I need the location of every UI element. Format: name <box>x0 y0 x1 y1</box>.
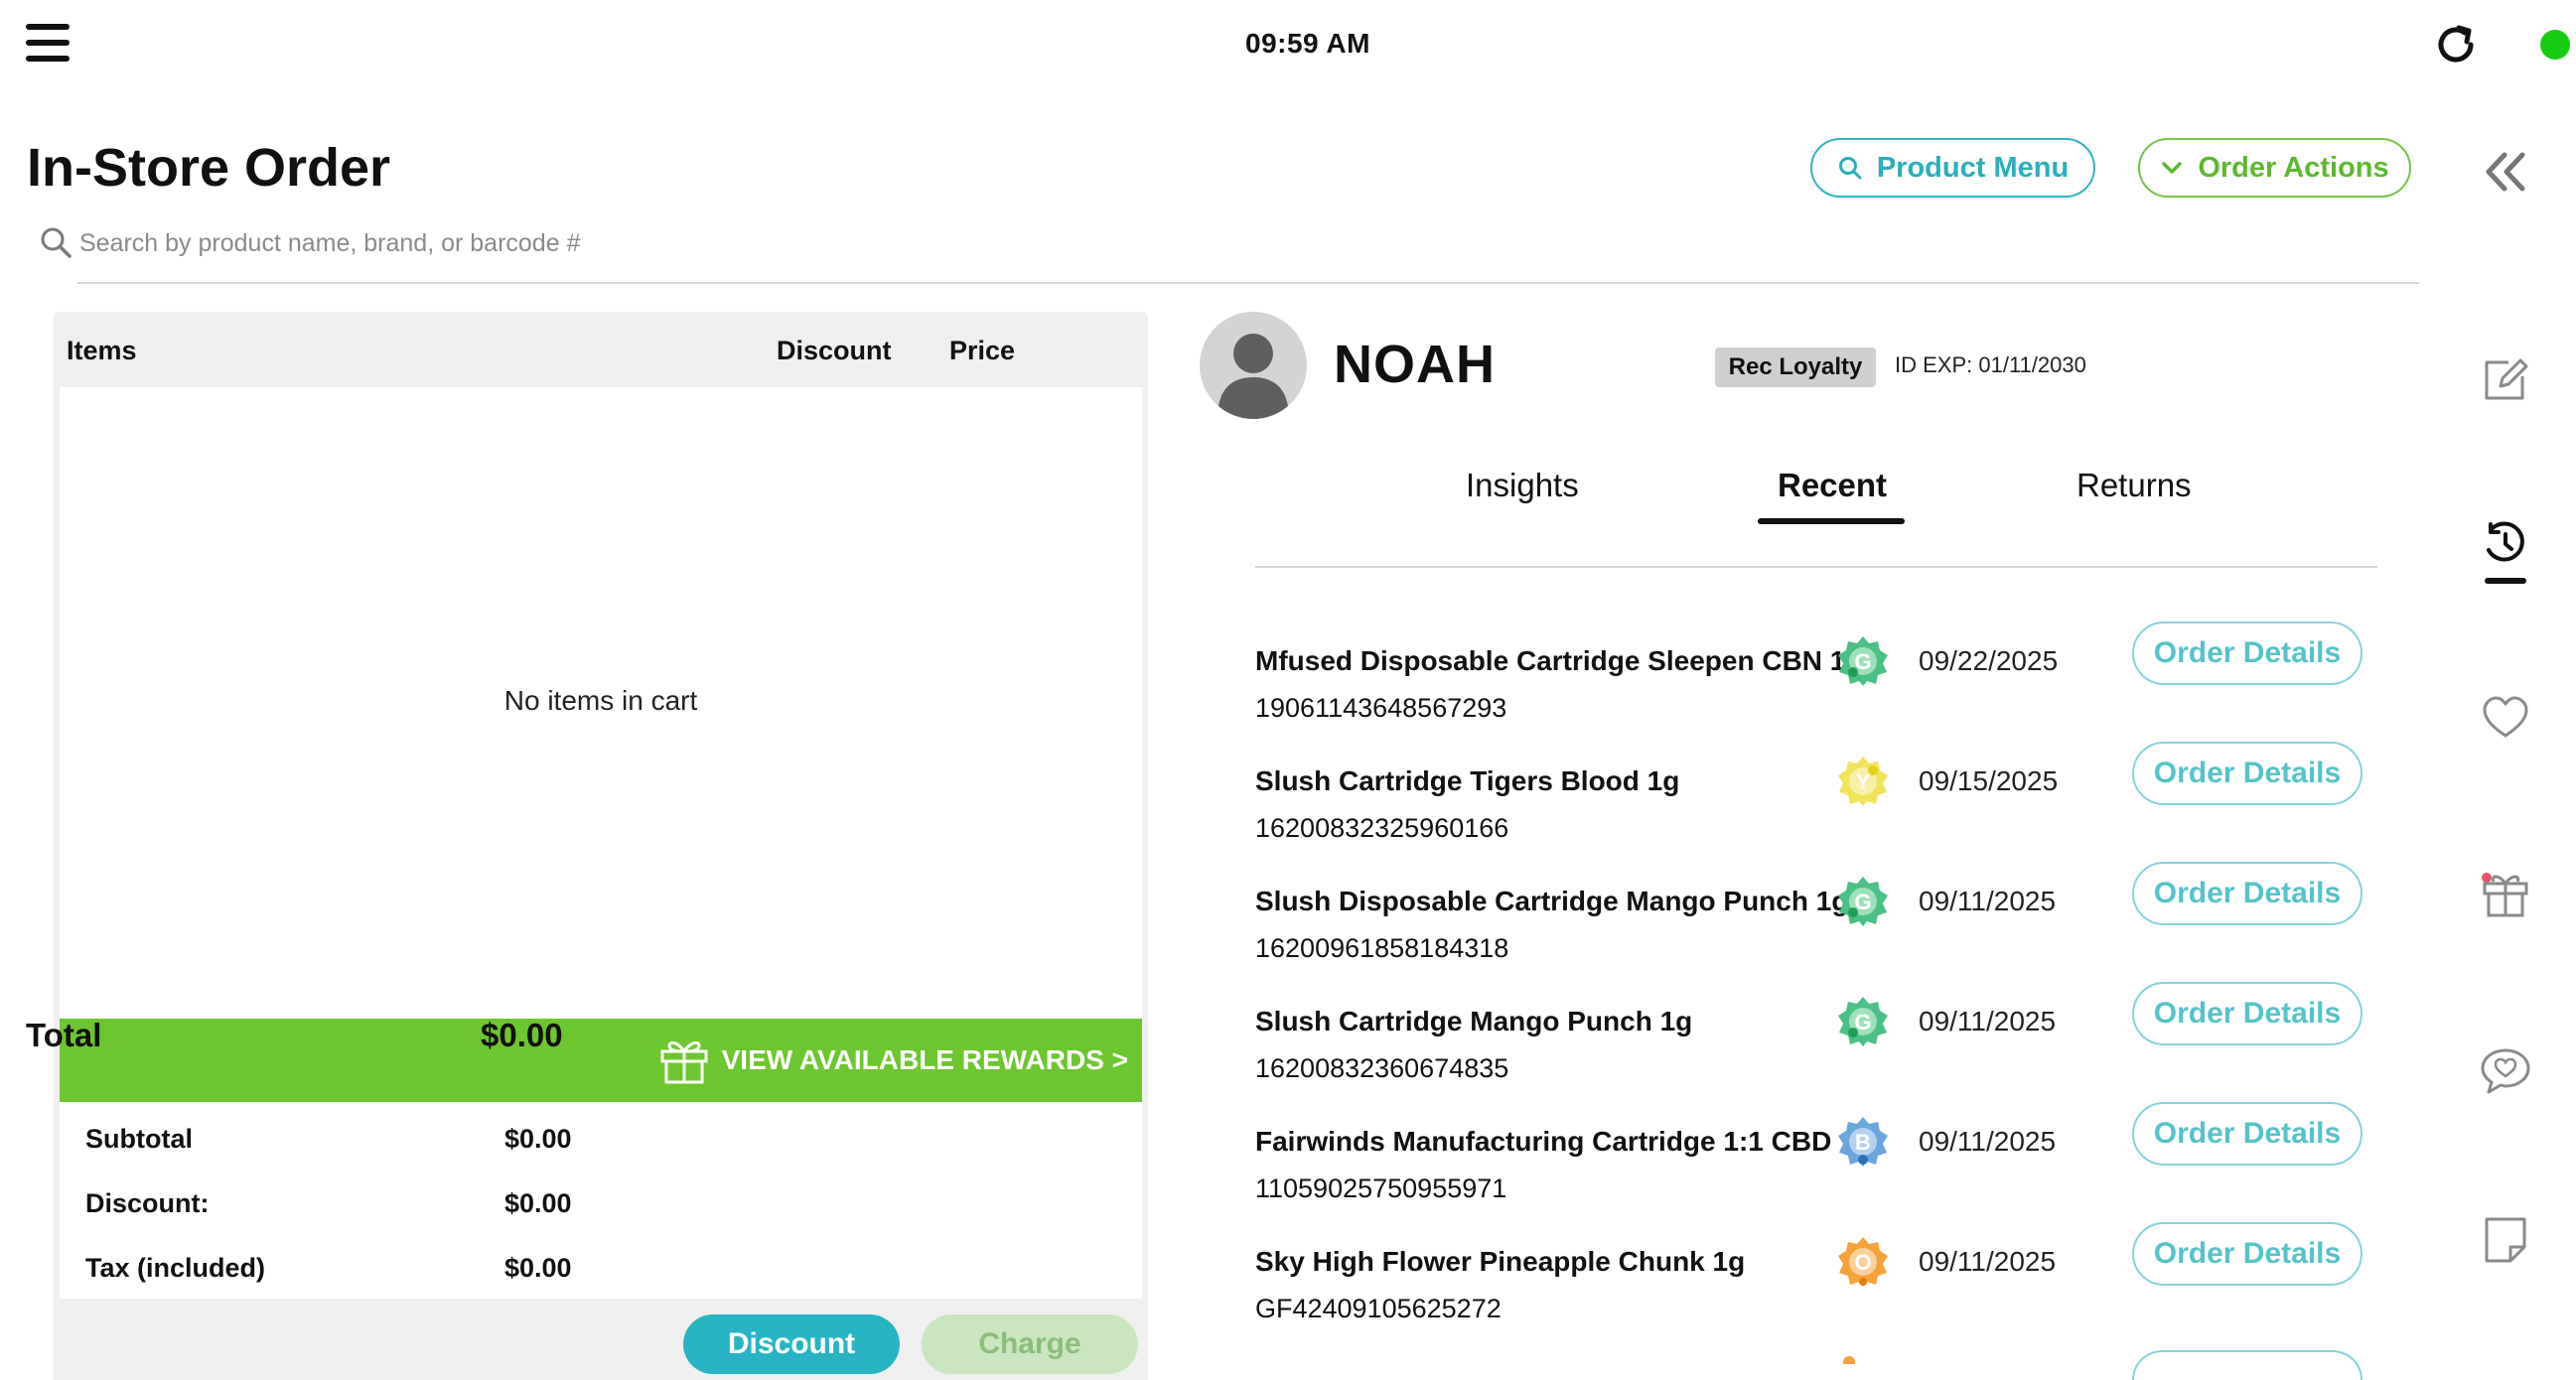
svg-text:B: B <box>1855 1130 1871 1155</box>
order-details-button[interactable]: Order Details <box>2132 621 2362 685</box>
total-label: Total <box>26 1017 102 1053</box>
list-item: Slush Cartridge Tigers Blood 1g 16200832… <box>1255 742 2377 875</box>
strain-badge-icon: O <box>1838 1237 1888 1287</box>
product-sku: 16200832325960166 <box>1255 813 1509 843</box>
cart-items-list: No items in cart <box>60 387 1142 1330</box>
order-date: 09/11/2025 <box>1919 1126 2057 1157</box>
strain-badge-icon: G <box>1838 877 1888 926</box>
chevron-down-icon <box>2162 162 2183 174</box>
product-menu-button[interactable]: Product Menu <box>1810 138 2095 198</box>
product-name: Fairwinds Manufacturing Cartridge 1:1 CB… <box>1255 1126 1872 1157</box>
product-sku: 11059025750955971 <box>1255 1173 1507 1203</box>
view-rewards-label: VIEW AVAILABLE REWARDS > <box>721 1044 1128 1075</box>
order-actions-label: Order Actions <box>2198 151 2389 184</box>
empty-cart-message: No items in cart <box>503 685 698 716</box>
order-date: 09/11/2025 <box>1919 1246 2057 1277</box>
gift-icon[interactable] <box>2479 868 2532 921</box>
list-item: Sky High Flower Pineapple Chunk 1g GF424… <box>1255 1222 2377 1355</box>
subtotal-value: $0.00 <box>504 1124 572 1154</box>
gift-icon <box>660 1040 708 1084</box>
discount-value: $0.00 <box>504 1188 572 1218</box>
list-item: Slush Cartridge Mango Punch 1g 162008323… <box>1255 982 2377 1115</box>
list-item: Mfused Disposable Cartridge Sleepen CBN … <box>1255 621 2377 755</box>
order-date: 09/15/2025 <box>1919 765 2059 796</box>
product-sku: GF42409105625272 <box>1255 1294 1502 1323</box>
search-input[interactable] <box>79 220 2419 266</box>
view-rewards-button[interactable]: VIEW AVAILABLE REWARDS > <box>60 1019 1142 1102</box>
tab-insights[interactable]: Insights <box>1466 467 1579 504</box>
strain-badge-icon: G <box>1838 997 1888 1046</box>
product-name: Slush Cartridge Mango Punch 1g <box>1255 1006 1693 1036</box>
menu-icon[interactable] <box>26 24 70 62</box>
cart-panel: Items Discount Price No items in cart VI… <box>54 312 1148 1380</box>
tax-label: Tax (included) <box>85 1253 266 1283</box>
discount-button[interactable]: Discount <box>683 1314 900 1374</box>
svg-text:G: G <box>1854 890 1871 914</box>
column-header-price: Price <box>949 336 1016 365</box>
avatar <box>1200 312 1307 419</box>
order-details-button[interactable]: Order Details <box>2132 982 2362 1045</box>
subtotal-label: Subtotal <box>85 1124 193 1154</box>
next-order-details-peek <box>2132 1350 2362 1380</box>
order-details-button[interactable]: Order Details <box>2132 742 2362 805</box>
order-actions-button[interactable]: Order Actions <box>2138 138 2411 198</box>
refresh-icon[interactable] <box>2431 20 2481 69</box>
product-name: Slush Disposable Cartridge Mango Punch 1… <box>1255 886 1849 916</box>
tabs-divider <box>1255 566 2377 568</box>
order-details-button[interactable]: Order Details <box>2132 1102 2362 1166</box>
order-date: 09/22/2025 <box>1919 645 2059 676</box>
column-header-items: Items <box>67 336 137 365</box>
product-name: Mfused Disposable Cartridge Sleepen CBN … <box>1255 645 1863 676</box>
list-item: Fairwinds Manufacturing Cartridge 1:1 CB… <box>1255 1102 2377 1235</box>
search-underline <box>77 282 2419 284</box>
search-icon <box>38 224 73 260</box>
product-name: Slush Cartridge Tigers Blood 1g <box>1255 765 1680 796</box>
note-icon[interactable] <box>2479 1213 2532 1267</box>
customer-name: NOAH <box>1334 335 1496 394</box>
strain-badge-icon: G <box>1838 636 1888 686</box>
tax-value: $0.00 <box>504 1253 572 1283</box>
cart-header: Items Discount Price <box>54 312 1148 387</box>
active-tab-indicator <box>1758 518 1905 524</box>
product-sku: 19061143648567293 <box>1255 693 1507 723</box>
loyalty-badge: Rec Loyalty <box>1715 347 1876 387</box>
list-item: Slush Disposable Cartridge Mango Punch 1… <box>1255 862 2377 995</box>
strain-badge-icon: Y <box>1838 757 1888 806</box>
heart-icon[interactable] <box>2479 692 2532 746</box>
chat-heart-icon[interactable] <box>2479 1044 2532 1098</box>
history-icon[interactable] <box>2479 520 2532 592</box>
order-details-button[interactable]: Order Details <box>2132 862 2362 925</box>
online-status-dot <box>2540 30 2570 60</box>
column-header-discount: Discount <box>777 336 892 365</box>
id-expiration: ID EXP: 01/11/2030 <box>1895 352 2086 377</box>
page-title: In-Store Order <box>27 138 391 198</box>
next-strain-badge-peek <box>1843 1356 1855 1364</box>
edit-icon[interactable] <box>2479 352 2532 406</box>
svg-text:Y: Y <box>1856 769 1871 794</box>
product-sku: 16200832360674835 <box>1255 1053 1509 1083</box>
charge-button[interactable]: Charge <box>922 1314 1138 1374</box>
tab-returns[interactable]: Returns <box>2076 467 2192 504</box>
double-chevron-left-icon[interactable] <box>2481 147 2530 197</box>
clock: 09:59 AM <box>1245 28 1370 59</box>
strain-badge-icon: B <box>1838 1117 1888 1167</box>
svg-text:G: G <box>1854 649 1871 674</box>
search-icon <box>1838 157 1862 180</box>
svg-text:G: G <box>1854 1010 1871 1035</box>
product-sku: 16200961858184318 <box>1255 933 1509 963</box>
discount-label: Discount: <box>85 1188 210 1218</box>
tab-recent[interactable]: Recent <box>1778 467 1887 504</box>
order-details-button[interactable]: Order Details <box>2132 1222 2362 1286</box>
order-date: 09/11/2025 <box>1919 886 2057 916</box>
avatar-icon <box>1217 334 1289 419</box>
svg-text:O: O <box>1854 1250 1871 1275</box>
order-date: 09/11/2025 <box>1919 1006 2057 1036</box>
total-value: $0.00 <box>481 1017 563 1053</box>
product-name: Sky High Flower Pineapple Chunk 1g <box>1255 1246 1746 1277</box>
product-menu-label: Product Menu <box>1876 151 2070 184</box>
